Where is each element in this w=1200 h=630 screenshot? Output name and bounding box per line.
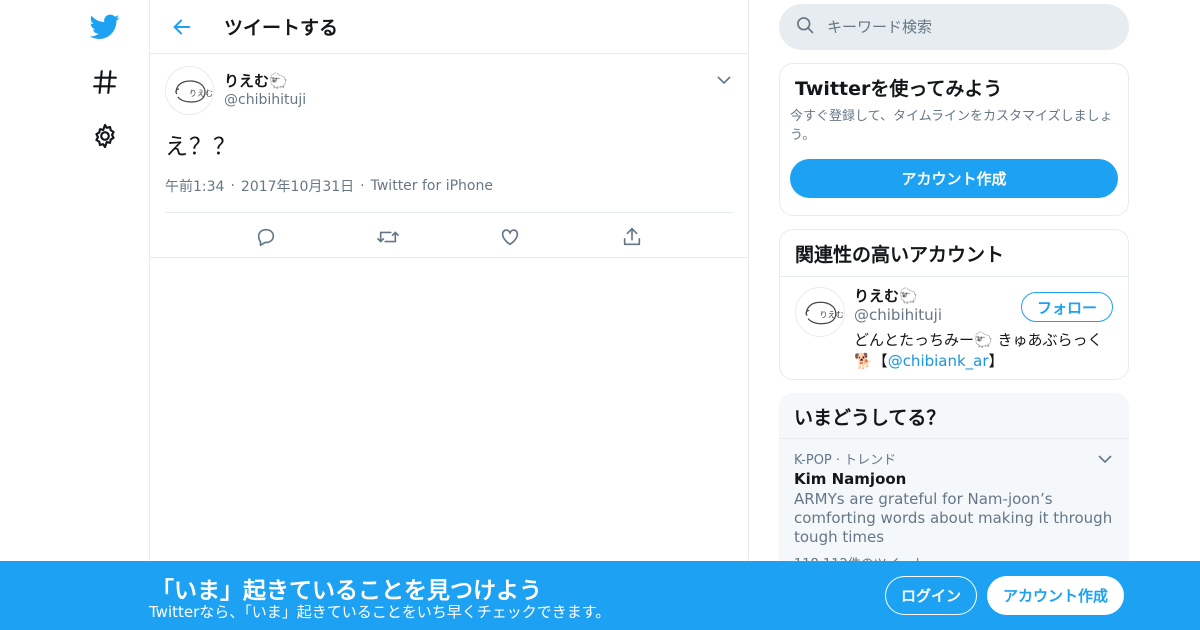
trend-category: K-POP · トレンド [794,453,897,468]
svg-text:りえむ: りえむ [189,89,213,98]
trends-title: いまどうしてる？ [779,393,1129,439]
twitter-logo-icon[interactable] [86,8,124,46]
svg-text:りえむ: りえむ [819,310,843,320]
bottom-signup-bar: 「いま」起きていることを見つけよう Twitterなら、「いま」起きていることを… [0,561,1200,630]
tweet-author: りえむ りえむ🐑 @chibihituji [165,65,733,115]
search-icon [795,15,815,39]
gear-icon[interactable] [86,117,124,155]
main-column: ツイートする りえむ りえむ🐑 @chibihituji え？？ 午前1:34 … [149,0,749,630]
page-header: ツイートする [150,0,748,54]
like-icon[interactable] [495,222,525,252]
bottom-bar-subtitle: Twitterなら、「いま」起きていることをいち早くチェックできます。 [149,603,611,621]
user-handle[interactable]: @chibihituji [224,91,306,109]
search-input[interactable] [827,18,1107,36]
account-item[interactable]: りえむ りえむ🐑 @chibihituji どんとたっちみー🐑 きゅあぶらっく🐕… [780,277,1128,382]
tweet-actions [165,212,733,260]
avatar[interactable]: りえむ [165,65,214,115]
share-icon[interactable] [617,222,647,252]
avatar[interactable]: りえむ [795,287,845,337]
right-sidebar: Twitterを使ってみよう 今すぐ登録して、タイムラインをカスタマイズしましょ… [779,0,1129,593]
related-accounts-title: 関連性の高いアカウント [780,230,1128,277]
hashtag-icon[interactable] [86,63,124,101]
search-box[interactable] [779,4,1129,50]
tweet-source[interactable]: Twitter for iPhone [371,178,493,194]
chevron-down-icon[interactable] [1095,449,1115,469]
retweet-icon[interactable] [373,222,403,252]
tweet-text: え？？ [165,134,237,160]
create-account-button[interactable]: アカウント作成 [790,159,1118,198]
signup-card-description: 今すぐ登録して、タイムラインをカスタマイズしましょう。 [790,109,1113,143]
reply-icon[interactable] [251,222,281,252]
related-accounts-card: 関連性の高いアカウント りえむ りえむ🐑 @chibihituji どんとたっち… [779,229,1129,380]
bottom-bar-title: 「いま」起きていることを見つけよう [151,578,542,604]
meta-separator: · [230,178,235,194]
display-name[interactable]: りえむ🐑 [224,72,306,91]
meta-separator: · [360,178,365,194]
signup-card-title: Twitterを使ってみよう [795,78,1003,100]
signup-card: Twitterを使ってみよう 今すぐ登録して、タイムラインをカスタマイズしましょ… [779,63,1129,216]
tweet-time[interactable]: 午前1:34 [165,176,224,196]
tweet: りえむ りえむ🐑 @chibihituji え？？ 午前1:34 · 2017年… [150,54,748,258]
account-bio: どんとたっちみー🐑 きゅあぶらっく🐕【@chibiank_ar】 [854,330,1113,372]
page-title: ツイートする [224,17,339,39]
chevron-down-icon[interactable] [714,70,734,90]
bio-mention-link[interactable]: @chibiank_ar [888,352,989,370]
trend-description: ARMYs are grateful for Nam-joon’s comfor… [794,490,1113,546]
trend-name[interactable]: Kim Namjoon [794,470,1114,488]
account-bio-suffix: 】 [988,352,1004,370]
signup-button[interactable]: アカウント作成 [987,576,1124,615]
back-arrow-icon[interactable] [162,7,202,47]
page: ツイートする りえむ りえむ🐑 @chibihituji え？？ 午前1:34 … [0,0,1200,630]
follow-button[interactable]: フォロー [1021,292,1113,322]
tweet-meta: 午前1:34 · 2017年10月31日 · Twitter for iPhon… [165,176,733,196]
login-button[interactable]: ログイン [885,576,977,615]
tweet-date[interactable]: 2017年10月31日 [241,176,354,196]
